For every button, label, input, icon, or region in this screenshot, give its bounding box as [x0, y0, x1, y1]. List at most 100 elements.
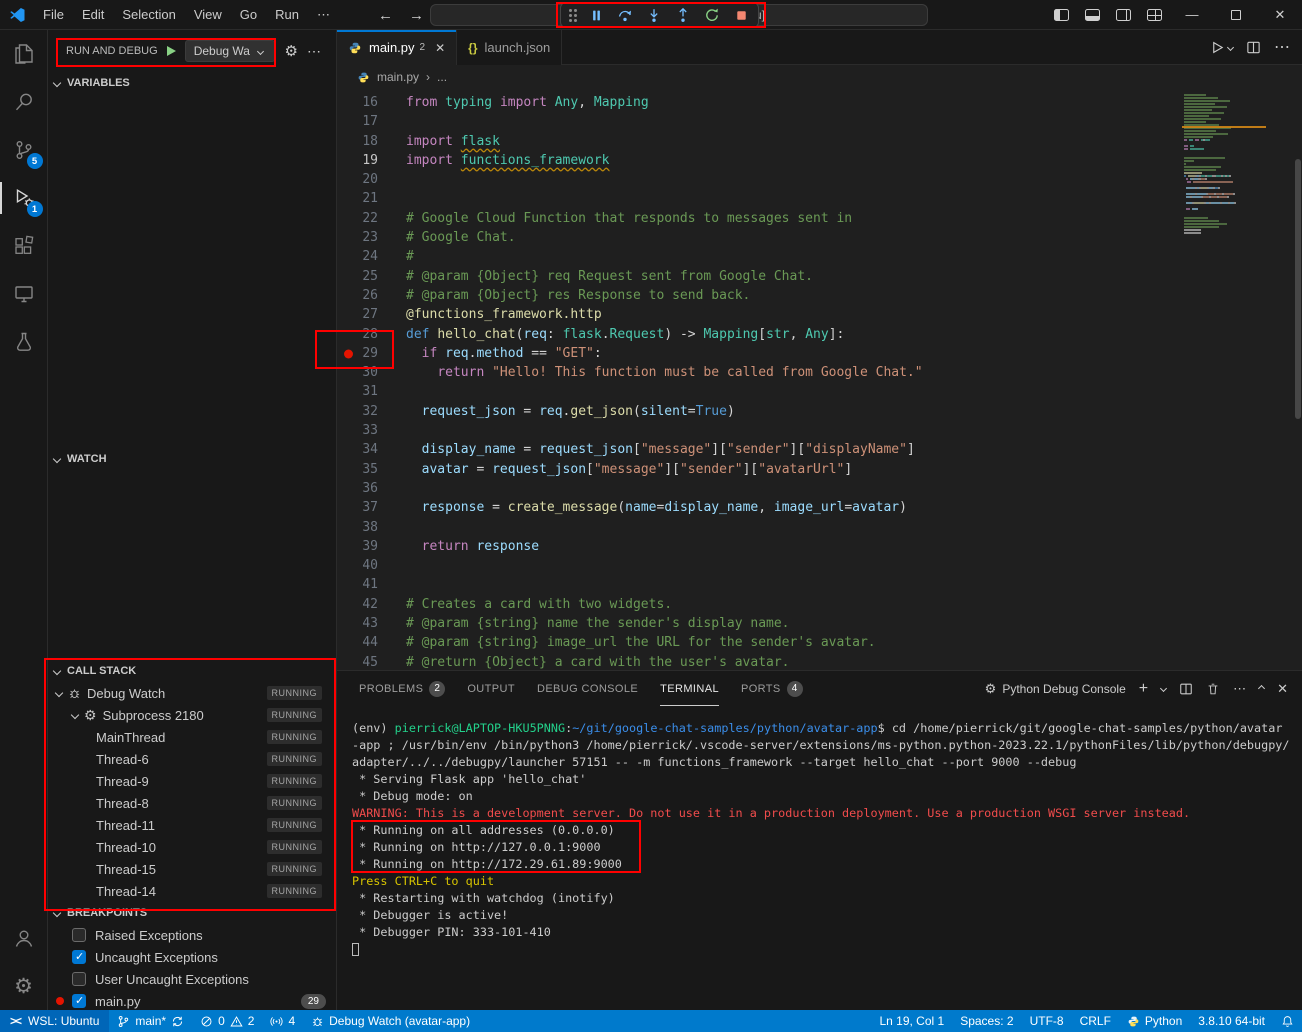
code-line[interactable]: 31	[337, 382, 1302, 401]
checkbox[interactable]	[72, 994, 86, 1008]
step-into-button[interactable]	[645, 5, 663, 25]
code-line[interactable]: 21	[337, 189, 1302, 208]
gutter[interactable]: 16	[337, 93, 390, 112]
indentation[interactable]: Spaces: 2	[952, 1010, 1021, 1032]
call-stack-item-mainthread[interactable]: MainThreadRUNNING	[48, 726, 336, 748]
code-line[interactable]: 19import functions_framework	[337, 151, 1302, 170]
problems-indicator[interactable]: 0 2	[192, 1010, 262, 1032]
tab-launch.json[interactable]: {}launch.json	[457, 30, 562, 65]
gutter[interactable]: 36	[337, 479, 390, 498]
start-debugging-icon[interactable]	[167, 46, 176, 56]
call-stack-item-debug-watch[interactable]: Debug WatchRUNNING	[48, 682, 336, 704]
call-stack-item-thread-10[interactable]: Thread-10RUNNING	[48, 836, 336, 858]
gutter[interactable]: 19	[337, 151, 390, 170]
gutter[interactable]: 17	[337, 112, 390, 131]
open-launch-json-icon[interactable]: ⚙	[285, 44, 298, 59]
close-panel-icon[interactable]: ✕	[1277, 681, 1288, 697]
activity-search[interactable]	[0, 78, 48, 126]
code-line[interactable]: 18import flask	[337, 132, 1302, 151]
code-line[interactable]: 27@functions_framework.http	[337, 305, 1302, 324]
gutter[interactable]: 44	[337, 633, 390, 652]
breakpoint-item-raised-exceptions[interactable]: Raised Exceptions	[48, 924, 336, 946]
python-interpreter[interactable]: 3.8.10 64-bit	[1190, 1010, 1273, 1032]
customize-layout-icon[interactable]	[1147, 9, 1162, 21]
code-line[interactable]: 26# @param {Object} res Response to send…	[337, 286, 1302, 305]
toggle-secondary-sidebar-icon[interactable]	[1116, 9, 1131, 21]
activity-extensions[interactable]	[0, 222, 48, 270]
code-line[interactable]: 39 return response	[337, 537, 1302, 556]
code-line[interactable]: 28def hello_chat(req: flask.Request) -> …	[337, 325, 1302, 344]
code-line[interactable]: 45# @return {Object} a card with the use…	[337, 653, 1302, 670]
code-line[interactable]: 43# @param {string} name the sender's di…	[337, 614, 1302, 633]
panel-tab-debug-console[interactable]: DEBUG CONSOLE	[537, 671, 638, 706]
call-stack-item-thread-9[interactable]: Thread-9RUNNING	[48, 770, 336, 792]
menu-run[interactable]: Run	[266, 4, 308, 26]
split-editor-icon[interactable]	[1246, 40, 1261, 55]
activity-testing[interactable]	[0, 318, 48, 366]
views-more-icon[interactable]: ⋯	[307, 43, 322, 60]
gutter[interactable]: 28	[337, 325, 390, 344]
panel-tab-output[interactable]: OUTPUT	[467, 671, 515, 706]
debug-config-dropdown[interactable]: Debug Wa	[185, 40, 275, 62]
code-line[interactable]: 33	[337, 421, 1302, 440]
tab-main.py[interactable]: main.py2✕	[337, 30, 457, 65]
call-stack-item-thread-15[interactable]: Thread-15RUNNING	[48, 858, 336, 880]
breadcrumb-more[interactable]: ...	[437, 70, 447, 84]
minimize-button[interactable]: —	[1170, 0, 1214, 30]
gutter[interactable]: 41	[337, 575, 390, 594]
menu-edit[interactable]: Edit	[73, 4, 113, 26]
remote-indicator[interactable]: >< WSL: Ubuntu	[0, 1010, 109, 1032]
gutter[interactable]: 21	[337, 189, 390, 208]
watch-header[interactable]: WATCH	[48, 448, 336, 470]
gutter[interactable]: 37	[337, 498, 390, 517]
branch-indicator[interactable]: main*	[109, 1010, 192, 1032]
editor-scrollbar[interactable]	[1295, 159, 1301, 419]
eol-sequence[interactable]: CRLF	[1072, 1010, 1119, 1032]
breakpoints-header[interactable]: BREAKPOINTS	[48, 902, 336, 924]
activity-settings[interactable]: ⚙	[0, 962, 48, 1010]
code-line[interactable]: 44# @param {string} image_url the URL fo…	[337, 633, 1302, 652]
stop-button[interactable]	[732, 5, 750, 25]
checkbox[interactable]	[72, 972, 86, 986]
run-python-file-button[interactable]	[1210, 40, 1233, 55]
step-out-button[interactable]	[674, 5, 692, 25]
breadcrumb[interactable]: main.py › ...	[337, 65, 1302, 89]
step-over-button[interactable]	[616, 5, 634, 25]
editor-more-icon[interactable]: ⋯	[1274, 37, 1290, 57]
debug-session-indicator[interactable]: Debug Watch (avatar-app)	[303, 1010, 478, 1032]
menu-more[interactable]: ⋯	[308, 4, 339, 26]
code-line[interactable]: 25# @param {Object} req Request sent fro…	[337, 267, 1302, 286]
code-line[interactable]: 37 response = create_message(name=displa…	[337, 498, 1302, 517]
gutter[interactable]: 35	[337, 460, 390, 479]
code-line[interactable]: 34 display_name = request_json["message"…	[337, 440, 1302, 459]
checkbox[interactable]	[72, 950, 86, 964]
gutter[interactable]: 22	[337, 209, 390, 228]
code-line[interactable]: 36	[337, 479, 1302, 498]
gutter[interactable]: 40	[337, 556, 390, 575]
menu-file[interactable]: File	[34, 4, 73, 26]
language-mode[interactable]: Python	[1119, 1010, 1190, 1032]
gutter[interactable]: 33	[337, 421, 390, 440]
nav-forward-icon[interactable]: →	[409, 7, 424, 24]
gutter[interactable]: 30	[337, 363, 390, 382]
variables-header[interactable]: VARIABLES	[48, 72, 336, 94]
minimap[interactable]	[1184, 93, 1262, 234]
code-line[interactable]: 24#	[337, 247, 1302, 266]
maximize-panel-icon[interactable]	[1258, 685, 1265, 692]
code-line[interactable]: 17	[337, 112, 1302, 131]
gutter[interactable]: 42	[337, 595, 390, 614]
gutter[interactable]: 31	[337, 382, 390, 401]
gutter[interactable]: 45	[337, 653, 390, 670]
code-line[interactable]: 22# Google Cloud Function that responds …	[337, 209, 1302, 228]
terminal-instance[interactable]: ⚙ Python Debug Console	[985, 681, 1126, 697]
call-stack-item-thread-6[interactable]: Thread-6RUNNING	[48, 748, 336, 770]
activity-remote-explorer[interactable]	[0, 270, 48, 318]
panel-tab-problems[interactable]: PROBLEMS2	[359, 671, 445, 706]
terminal-launch-chevron-icon[interactable]	[1160, 685, 1167, 692]
menu-go[interactable]: Go	[231, 4, 266, 26]
code-line[interactable]: 32 request_json = req.get_json(silent=Tr…	[337, 402, 1302, 421]
close-tab-icon[interactable]: ✕	[435, 41, 445, 55]
breakpoint-item-uncaught-exceptions[interactable]: Uncaught Exceptions	[48, 946, 336, 968]
gutter[interactable]: 38	[337, 518, 390, 537]
new-terminal-icon[interactable]: +	[1139, 680, 1148, 698]
